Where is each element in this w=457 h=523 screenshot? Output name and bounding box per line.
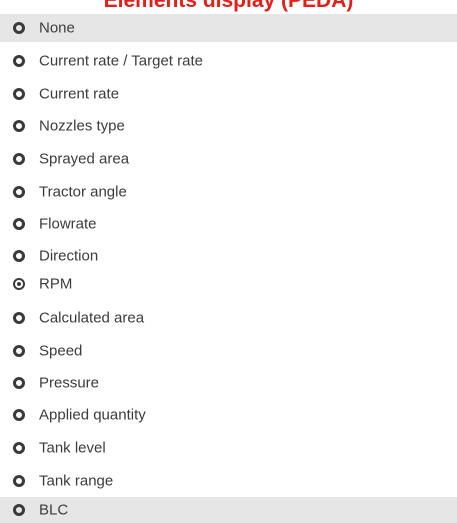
- option-pressure[interactable]: Pressure: [0, 369, 457, 397]
- options-list: None Current rate / Target rate Current …: [0, 0, 457, 523]
- option-current-rate[interactable]: Current rate: [0, 80, 457, 108]
- radio-unselected-icon[interactable]: [13, 377, 25, 389]
- option-label: Speed: [39, 342, 83, 360]
- option-speed[interactable]: Speed: [0, 337, 457, 365]
- radio-unselected-icon[interactable]: [13, 120, 25, 132]
- option-current-rate-target-rate[interactable]: Current rate / Target rate: [0, 47, 457, 75]
- option-tractor-angle[interactable]: Tractor angle: [0, 178, 457, 206]
- radio-unselected-icon[interactable]: [13, 218, 25, 230]
- option-none[interactable]: None: [0, 14, 457, 42]
- radio-unselected-icon[interactable]: [13, 442, 25, 454]
- option-label: RPM: [39, 275, 73, 293]
- option-label: Tank range: [39, 472, 114, 490]
- option-label: Pressure: [39, 374, 100, 392]
- radio-unselected-icon[interactable]: [13, 475, 25, 487]
- option-sprayed-area[interactable]: Sprayed area: [0, 145, 457, 173]
- option-direction[interactable]: Direction: [0, 242, 457, 270]
- option-label: Current rate / Target rate: [39, 52, 203, 70]
- radio-unselected-icon[interactable]: [13, 88, 25, 100]
- option-nozzles-type[interactable]: Nozzles type: [0, 112, 457, 140]
- option-blc[interactable]: BLC: [0, 497, 457, 523]
- option-label: Direction: [39, 247, 99, 265]
- option-label: Current rate: [39, 85, 120, 103]
- radio-unselected-icon[interactable]: [13, 312, 25, 324]
- option-calculated-area[interactable]: Calculated area: [0, 304, 457, 332]
- radio-unselected-icon[interactable]: [13, 250, 25, 262]
- radio-unselected-icon[interactable]: [13, 22, 25, 34]
- option-label: None: [39, 19, 75, 37]
- option-label: Sprayed area: [39, 150, 130, 168]
- option-label: Tractor angle: [39, 183, 127, 201]
- radio-unselected-icon[interactable]: [13, 186, 25, 198]
- option-tank-range[interactable]: Tank range: [0, 467, 457, 495]
- radio-unselected-icon[interactable]: [13, 504, 25, 516]
- option-applied-quantity[interactable]: Applied quantity: [0, 401, 457, 429]
- option-tank-level[interactable]: Tank level: [0, 434, 457, 462]
- option-label: Calculated area: [39, 309, 145, 327]
- option-label: Tank level: [39, 439, 106, 457]
- option-rpm[interactable]: RPM: [0, 270, 457, 298]
- option-flowrate[interactable]: Flowrate: [0, 210, 457, 238]
- option-label: Applied quantity: [39, 406, 146, 424]
- option-label: BLC: [39, 501, 69, 519]
- radio-unselected-icon[interactable]: [13, 345, 25, 357]
- radio-unselected-icon[interactable]: [13, 409, 25, 421]
- option-label: Nozzles type: [39, 117, 125, 135]
- radio-unselected-icon[interactable]: [13, 55, 25, 67]
- radio-unselected-icon[interactable]: [13, 153, 25, 165]
- option-label: Flowrate: [39, 215, 97, 233]
- radio-selected-icon[interactable]: [13, 278, 25, 290]
